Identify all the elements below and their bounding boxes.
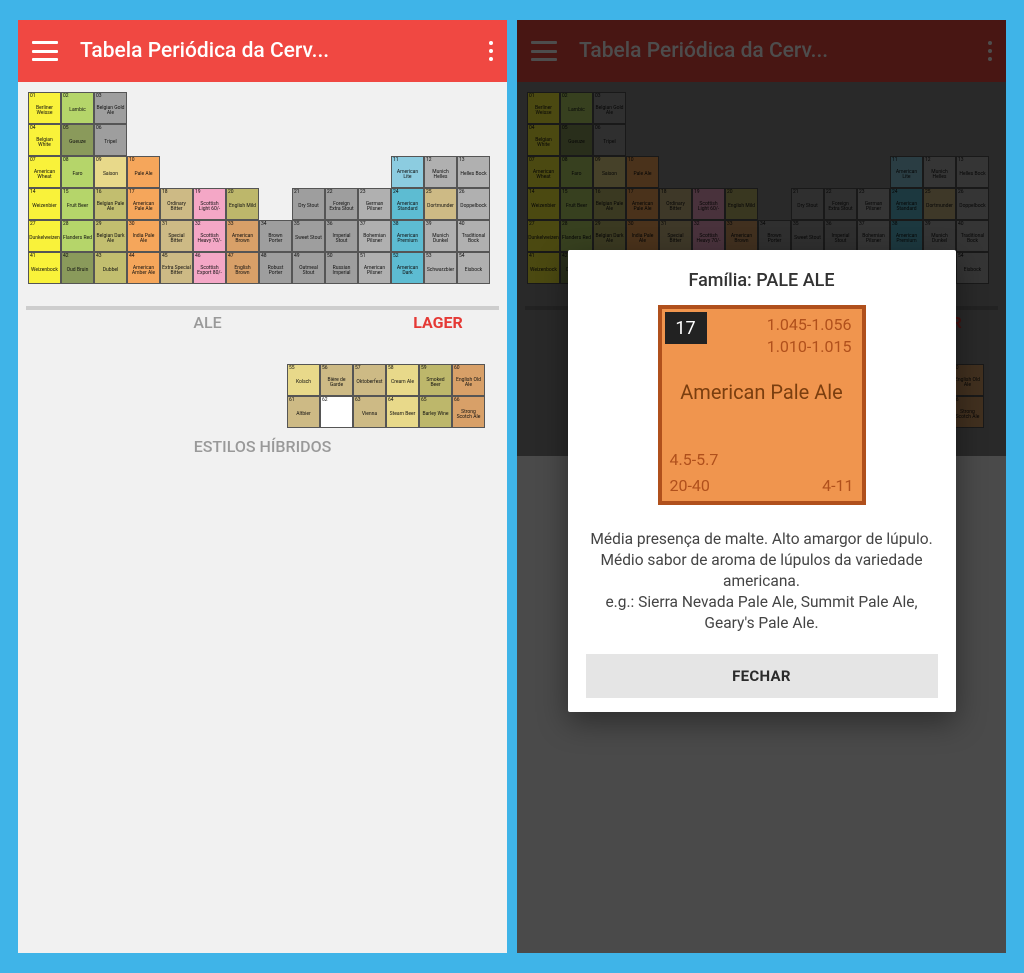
beer-cell[interactable]: 36Imperial Stout (325, 220, 358, 252)
phone-right: Tabela Periódica da Cerv... 01Berliner W… (517, 20, 1006, 953)
dialog-description: Média presença de malte. Alto amargor de… (586, 529, 938, 634)
beer-cell[interactable]: 55Kolsch (287, 364, 320, 396)
beer-cell[interactable]: 46Scottish Export 80/- (193, 252, 226, 284)
beer-cell[interactable]: 49Oatmeal Stout (292, 252, 325, 284)
beer-cell[interactable]: 26Doppelbock (457, 188, 490, 220)
beer-cell[interactable]: 05Gueuze (61, 124, 94, 156)
beer-cell[interactable]: 58Cream Ale (386, 364, 419, 396)
beer-cell[interactable]: 08Faro (61, 156, 94, 188)
beer-cell[interactable]: 24American Standard (391, 188, 424, 220)
beer-srm: 4-11 (822, 476, 853, 495)
beer-cell[interactable]: 50Russian Imperial (325, 252, 358, 284)
beer-name: American Pale Ale (662, 381, 862, 404)
app-title: Tabela Periódica da Cerv... (80, 39, 477, 63)
hybrid-label[interactable]: ESTILOS HÍBRIDOS (22, 437, 503, 456)
beer-cell[interactable]: 60English Old Ale (452, 364, 485, 396)
beer-cell[interactable]: 16Belgian Pale Ale (94, 188, 127, 220)
beer-og: 1.045-1.056 (767, 315, 852, 334)
beer-cell[interactable]: 29Belgian Dark Ale (94, 220, 127, 252)
beer-cell[interactable]: 63Vienna (353, 396, 386, 428)
beer-cell[interactable]: 56Bière de Garde (320, 364, 353, 396)
beer-cell[interactable]: 57Oktoberfest (353, 364, 386, 396)
beer-cell[interactable]: 20English Mild (226, 188, 259, 220)
beer-cell[interactable]: 34Brown Porter (259, 220, 292, 252)
beer-cell[interactable]: 54Eisbock (457, 252, 490, 284)
beer-cell[interactable]: 47English Brown (226, 252, 259, 284)
beer-cell[interactable]: 45Extra Special Bitter (160, 252, 193, 284)
beer-cell[interactable]: 52American Dark (391, 252, 424, 284)
beer-cell[interactable]: 18Ordinary Bitter (160, 188, 193, 220)
beer-cell[interactable]: 13Helles Bock (457, 156, 490, 188)
beer-cell[interactable]: 61Altbier (287, 396, 320, 428)
beer-cell[interactable]: 01Berliner Weisse (28, 92, 61, 124)
beer-cell[interactable]: 43Dubbel (94, 252, 127, 284)
beer-cell[interactable]: 27Dunkelweizen (28, 220, 61, 252)
beer-card: 17 1.045-1.056 1.010-1.015 American Pale… (658, 305, 866, 505)
menu-icon[interactable] (32, 41, 58, 61)
beer-cell[interactable]: 09Saison (94, 156, 127, 188)
beer-cell[interactable]: 39Munich Dunkel (424, 220, 457, 252)
beer-cell[interactable]: 31Special Bitter (160, 220, 193, 252)
beer-cell[interactable]: 32Scottish Heavy 70/- (193, 220, 226, 252)
beer-cell[interactable]: 19Scottish Light 60/- (193, 188, 226, 220)
beer-cell[interactable]: 12Munich Helles (424, 156, 457, 188)
beer-cell[interactable]: 04Belgian White (28, 124, 61, 156)
beer-cell[interactable]: 11American Lite (391, 156, 424, 188)
beer-cell[interactable]: 22Foreign Extra Stout (325, 188, 358, 220)
beer-cell[interactable]: 62 (320, 396, 353, 428)
beer-cell[interactable]: 42Oud Bruin (61, 252, 94, 284)
beer-cell[interactable]: 30India Pale Ale (127, 220, 160, 252)
beer-cell[interactable]: 66Strong Scotch Ale (452, 396, 485, 428)
beer-cell[interactable]: 40Traditional Bock (457, 220, 490, 252)
beer-cell[interactable]: 41Weizenbock (28, 252, 61, 284)
beer-cell[interactable]: 35Sweet Stout (292, 220, 325, 252)
beer-cell[interactable]: 06Tripel (94, 124, 127, 156)
hybrid-table: 55Kolsch56Bière de Garde57Oktoberfest58C… (22, 364, 503, 429)
beer-cell[interactable]: 15Fruit Beer (61, 188, 94, 220)
beer-cell[interactable]: 33American Brown (226, 220, 259, 252)
beer-cell[interactable]: 38American Premium (391, 220, 424, 252)
close-button[interactable]: FECHAR (586, 654, 938, 698)
beer-cell[interactable]: 03Belgian Gold Ale (94, 92, 127, 124)
beer-cell[interactable]: 14Weizenbier (28, 188, 61, 220)
beer-cell[interactable]: 64Steam Beer (386, 396, 419, 428)
beer-cell[interactable]: 02Lambic (61, 92, 94, 124)
app-bar: Tabela Periódica da Cerv... (18, 20, 507, 82)
beer-cell[interactable]: 21Dry Stout (292, 188, 325, 220)
beer-detail-dialog: Família: PALE ALE 17 1.045-1.056 1.010-1… (568, 250, 956, 712)
beer-cell[interactable]: 07American Wheat (28, 156, 61, 188)
periodic-table: 01Berliner Weisse02Lambic03Belgian Gold … (26, 92, 499, 307)
beer-cell[interactable]: 65Barley Wine (419, 396, 452, 428)
beer-cell[interactable]: 48Robust Porter (259, 252, 292, 284)
dialog-title: Família: PALE ALE (586, 270, 938, 291)
beer-cell[interactable]: 10Pale Ale (127, 156, 160, 188)
beer-number: 17 (665, 312, 707, 344)
beer-fg: 1.010-1.015 (767, 337, 852, 356)
beer-abv: 4.5-5.7 (670, 450, 719, 469)
beer-cell[interactable]: 25Dortmunder (424, 188, 457, 220)
beer-cell[interactable]: 44American Amber Ale (127, 252, 160, 284)
beer-cell[interactable]: 23German Pilsner (358, 188, 391, 220)
phone-left: Tabela Periódica da Cerv... 01Berliner W… (18, 20, 507, 953)
beer-cell[interactable]: 59Smoked Beer (419, 364, 452, 396)
beer-cell[interactable]: 28Flanders Red (61, 220, 94, 252)
section-labels: ALE LAGER (32, 313, 493, 332)
beer-cell[interactable]: 53Schwarzbier (424, 252, 457, 284)
beer-ibu: 20-40 (670, 476, 710, 495)
beer-cell[interactable]: 17American Pale Ale (127, 188, 160, 220)
lager-label[interactable]: LAGER (383, 313, 493, 332)
beer-cell[interactable]: 51American Pilsner (358, 252, 391, 284)
beer-cell[interactable]: 37Bohemian Pilsner (358, 220, 391, 252)
main-content: 01Berliner Weisse02Lambic03Belgian Gold … (18, 82, 507, 456)
ale-label[interactable]: ALE (32, 313, 383, 332)
overflow-menu-icon[interactable] (489, 41, 493, 61)
